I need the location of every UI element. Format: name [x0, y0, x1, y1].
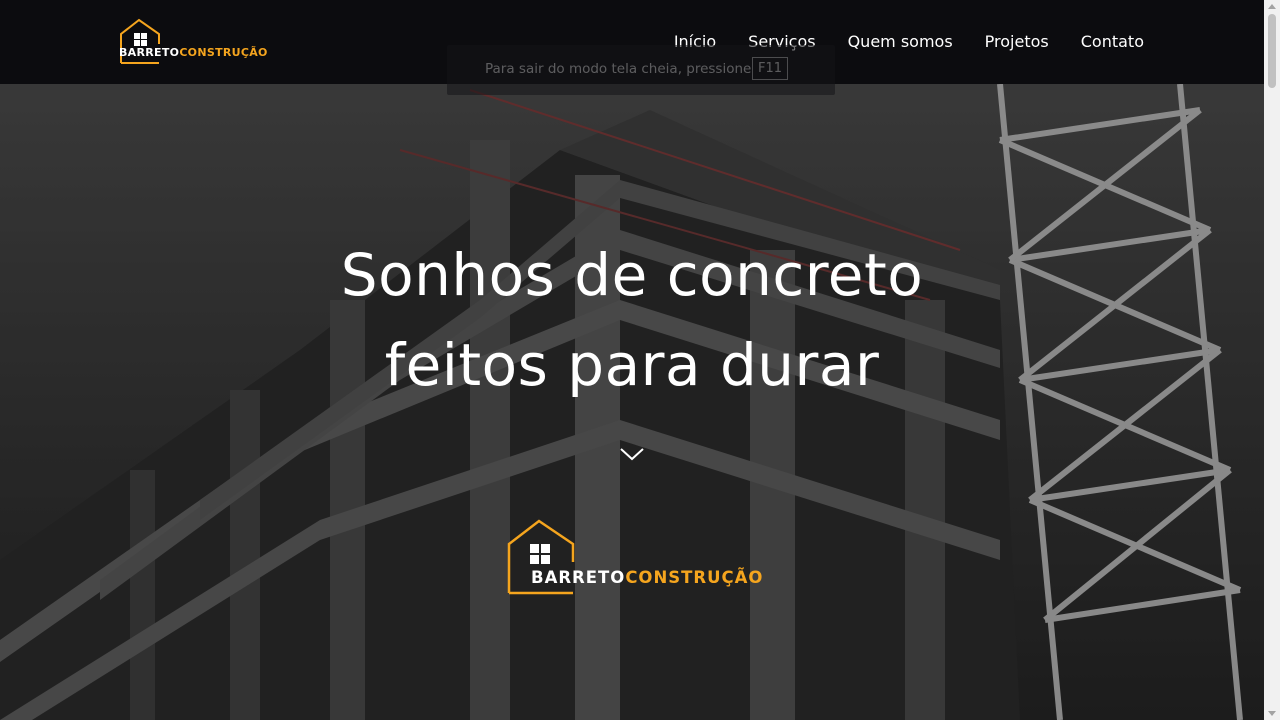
nav-item-contato[interactable]: Contato: [1081, 31, 1144, 53]
chevron-down-icon[interactable]: [619, 443, 645, 465]
brand-name-part2: CONSTRUÇÃO: [625, 568, 764, 587]
scrollbar-thumb[interactable]: [1268, 14, 1276, 88]
scroll-up-icon[interactable]: [1268, 4, 1276, 9]
hero-logo-text: BARRETOCONSTRUÇÃO: [531, 568, 763, 587]
hero-headline: Sonhos de concreto feitos para durar: [232, 230, 1032, 410]
scroll-down-icon[interactable]: [1268, 711, 1276, 716]
fullscreen-notice-key: F11: [752, 57, 789, 80]
nav-item-projetos[interactable]: Projetos: [985, 31, 1049, 53]
brand-text: BARRETOCONSTRUÇÃO: [119, 46, 268, 59]
hero-logo: BARRETOCONSTRUÇÃO: [505, 518, 765, 598]
headline-line-2: feitos para durar: [384, 331, 880, 399]
brand-logo[interactable]: BARRETOCONSTRUÇÃO: [119, 18, 279, 66]
brand-name-part2: CONSTRUÇÃO: [179, 46, 268, 59]
fullscreen-notice-text: Para sair do modo tela cheia, pressione: [485, 61, 752, 77]
brand-name-part1: BARRETO: [531, 568, 626, 587]
nav-item-quem-somos[interactable]: Quem somos: [848, 31, 953, 53]
brand-name-part1: BARRETO: [119, 46, 180, 59]
vertical-scrollbar[interactable]: [1264, 0, 1280, 720]
headline-line-1: Sonhos de concreto: [340, 241, 924, 309]
hero-section: Sonhos de concreto feitos para durar BAR…: [0, 0, 1264, 720]
fullscreen-notice: Para sair do modo tela cheia, pressione …: [447, 45, 835, 95]
